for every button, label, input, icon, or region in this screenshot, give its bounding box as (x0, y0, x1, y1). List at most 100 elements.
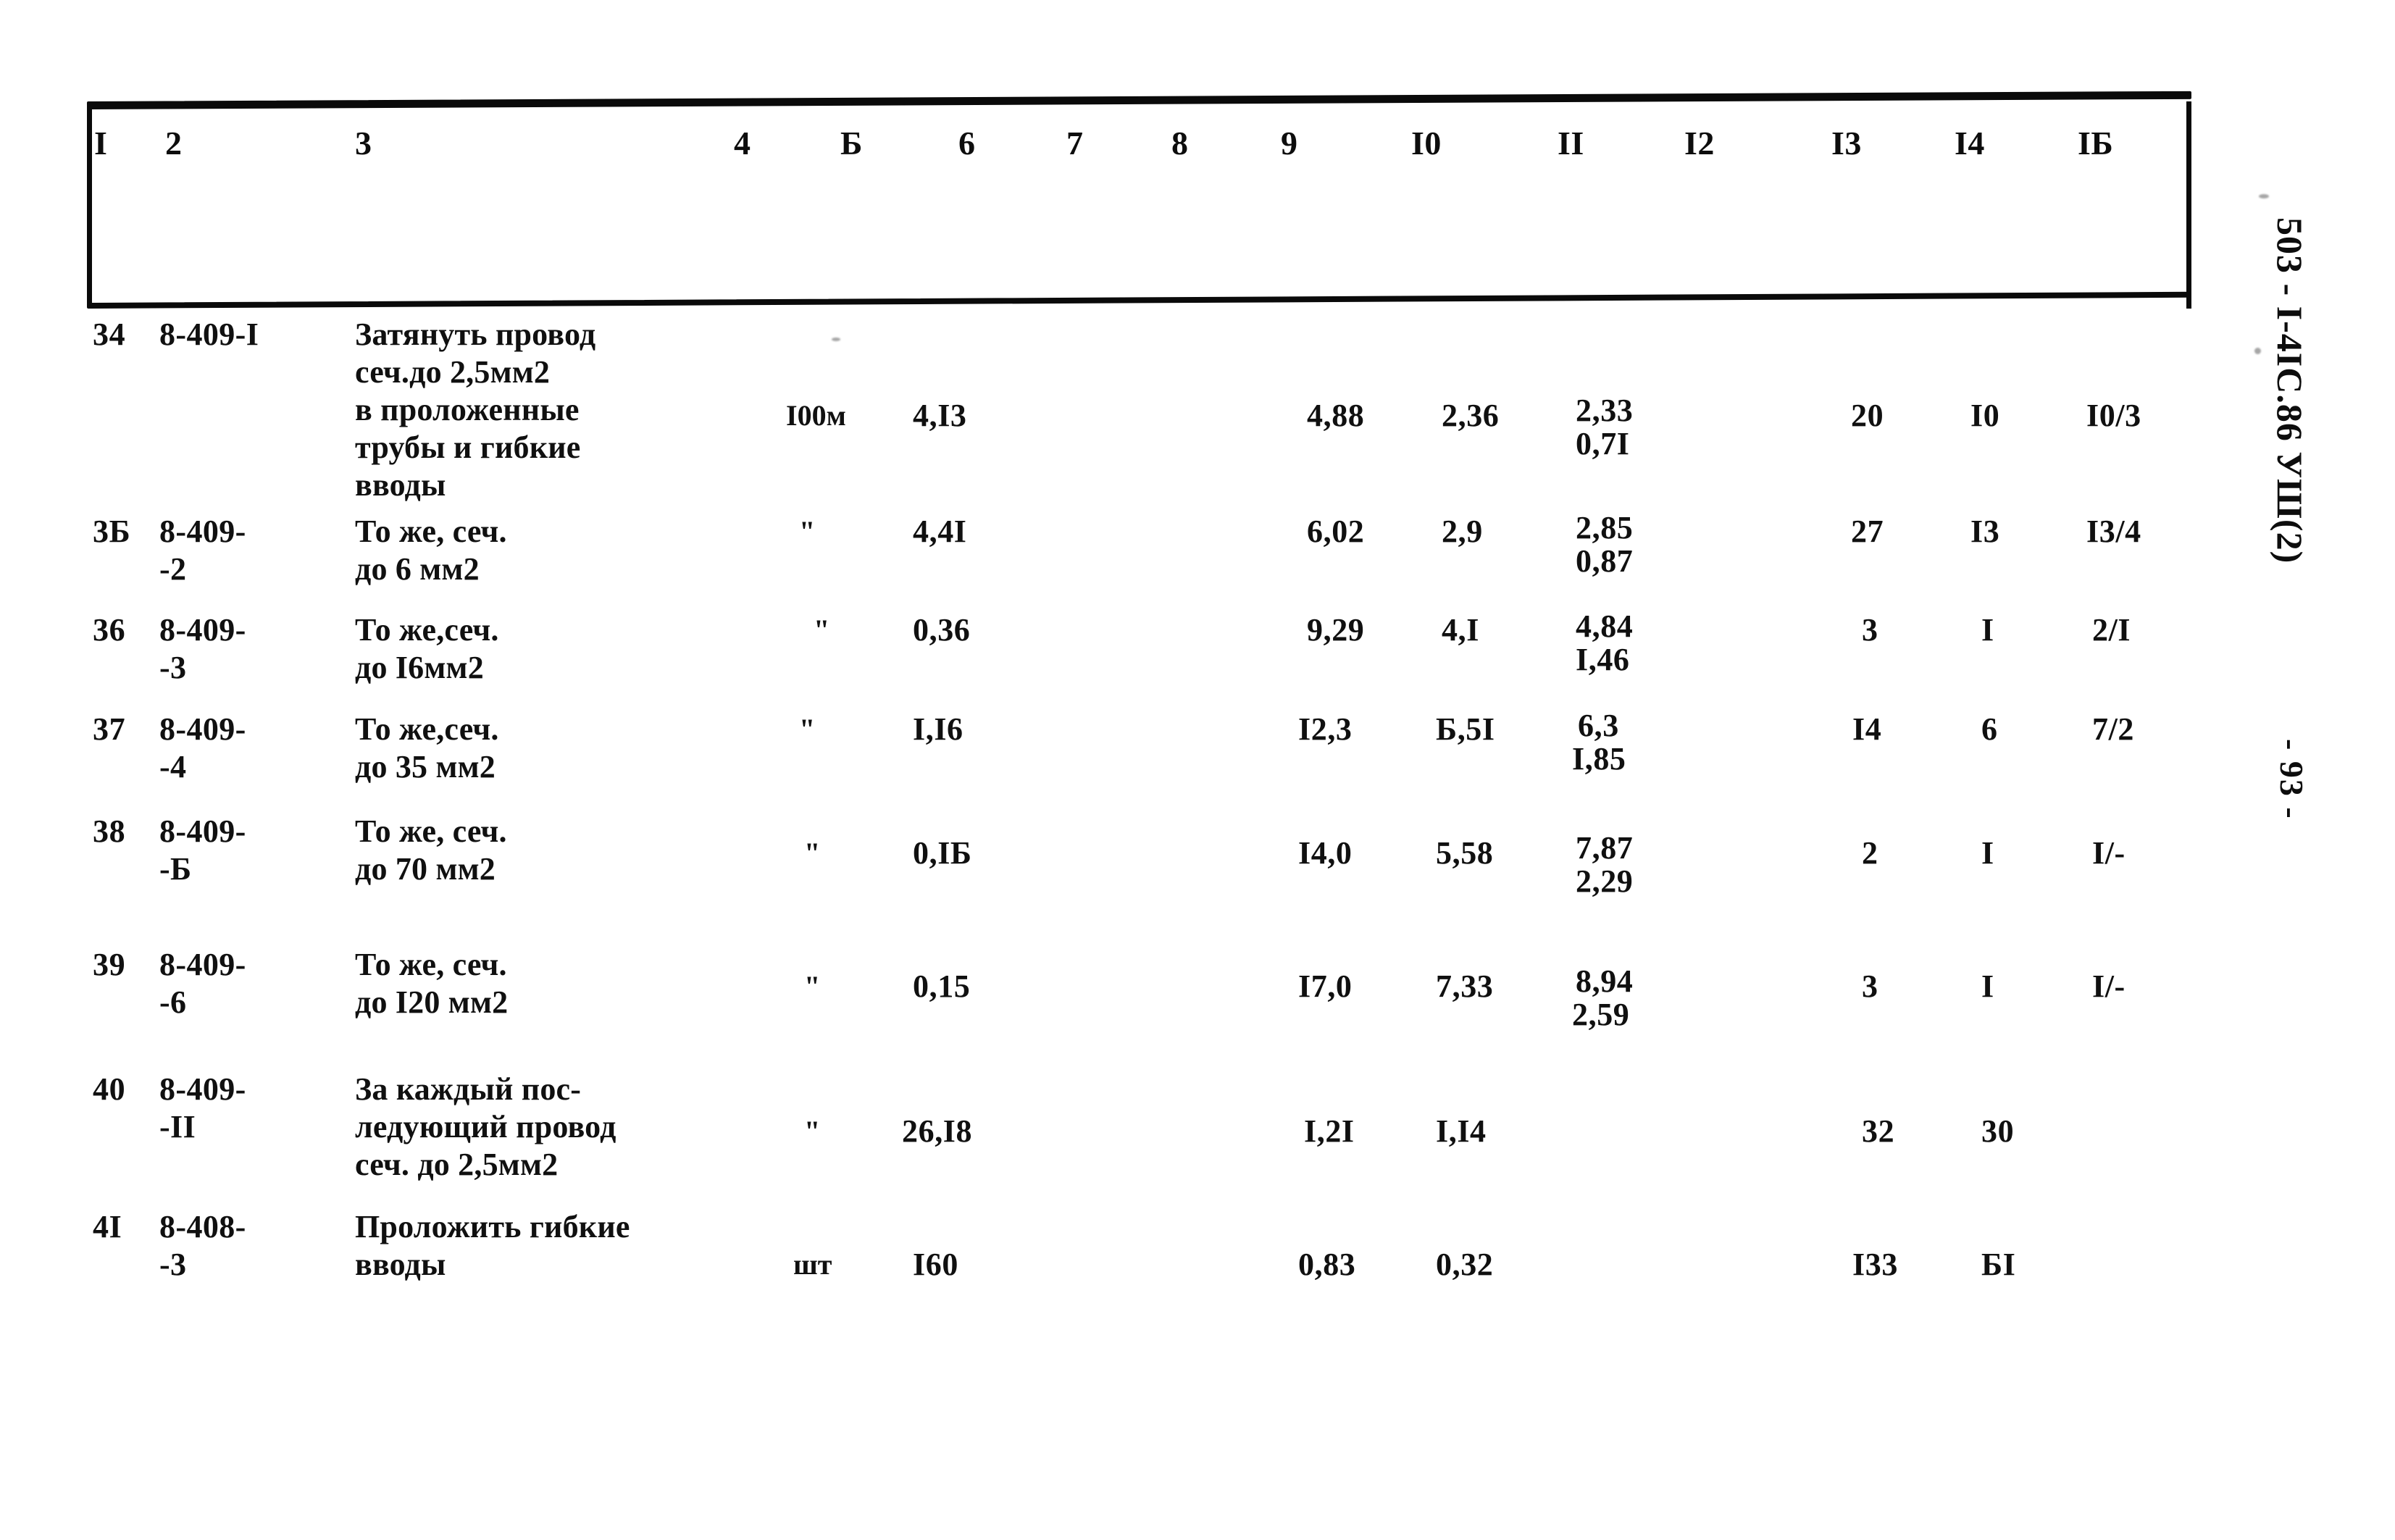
column-header-14: I4 (1955, 125, 1985, 162)
row-col13: 27 (1851, 514, 1884, 549)
row-col15: I0/3 (2086, 398, 2141, 433)
row-col13: 2 (1862, 835, 1878, 871)
row-col11-top: 6,3 (1578, 708, 1619, 743)
row-unit: " (799, 713, 816, 745)
row-col13: I4 (1852, 711, 1882, 747)
row-description: То же,сеч. до 35 мм2 (355, 711, 499, 784)
row-col10: I,I4 (1436, 1113, 1487, 1149)
row-unit: " (804, 1115, 821, 1147)
row-number: 40 (93, 1071, 126, 1107)
row-description: То же,сеч. до I6мм2 (355, 612, 499, 685)
scan-speckle (832, 338, 840, 341)
row-col10: 5,58 (1436, 835, 1494, 871)
row-col10: 0,32 (1436, 1247, 1494, 1282)
row-description: За каждый пос- ледующий провод сеч. до 2… (355, 1071, 616, 1182)
row-col9: I4,0 (1298, 835, 1353, 871)
row-col11-top: 2,85 (1576, 510, 1634, 545)
row-quantity: 26,I8 (902, 1113, 973, 1149)
row-col9: 0,83 (1298, 1247, 1356, 1282)
row-code: 8-409- -2 (159, 514, 246, 587)
row-col14: I (1981, 612, 1994, 648)
row-quantity: 4,I3 (913, 398, 967, 433)
row-number: 3Б (93, 514, 131, 549)
row-quantity: 0,15 (913, 968, 971, 1004)
row-code: 8-409- -Б (159, 813, 246, 887)
row-number: 37 (93, 711, 126, 747)
row-col15: 2/I (2092, 612, 2131, 648)
row-description: То же, сеч. до I20 мм2 (355, 947, 509, 1020)
column-header-15: IБ (2078, 125, 2114, 162)
row-col9: I,2I (1304, 1113, 1355, 1149)
row-code: 8-409- -6 (159, 947, 246, 1020)
row-col11-bottom: 2,29 (1576, 863, 1634, 899)
row-col11-bottom: 2,59 (1572, 997, 1630, 1032)
row-col15: I/- (2092, 968, 2126, 1004)
scanned-page: I 2 3 4 Б 6 7 8 9 I0 II I2 I3 I4 IБ 34 8… (0, 0, 2395, 1540)
row-col14: I (1981, 968, 1994, 1004)
row-col13: 3 (1862, 612, 1878, 648)
column-header-13: I3 (1831, 125, 1862, 162)
row-description: Затянуть провод сеч.до 2,5мм2 в проложен… (355, 317, 596, 503)
column-header-6: 6 (958, 125, 976, 162)
table-top-rule (86, 91, 2191, 109)
row-description: То же, сеч. до 70 мм2 (355, 813, 507, 887)
row-col14: 30 (1981, 1113, 2015, 1149)
row-unit: " (799, 515, 816, 548)
scan-speckle (2259, 194, 2269, 198)
column-header-1: I (94, 125, 108, 162)
row-unit: " (804, 970, 821, 1003)
row-col9: I2,3 (1298, 711, 1353, 747)
column-header-8: 8 (1171, 125, 1189, 162)
row-number: 38 (93, 813, 126, 849)
column-header-row: I 2 3 4 Б 6 7 8 9 I0 II I2 I3 I4 IБ (87, 123, 2191, 181)
row-quantity: I,I6 (913, 711, 964, 747)
row-unit: " (804, 837, 821, 869)
scan-speckle (2254, 348, 2261, 354)
row-col13: 32 (1862, 1113, 1895, 1149)
row-unit: I00м (786, 399, 846, 432)
row-col14: I0 (1970, 398, 2000, 433)
row-number: 34 (93, 317, 126, 352)
column-header-2: 2 (165, 125, 183, 162)
row-col14: 6 (1981, 711, 1998, 747)
row-col13: 20 (1851, 398, 1884, 433)
row-col9: 9,29 (1307, 612, 1365, 648)
row-col14: I3 (1970, 514, 2000, 549)
row-quantity: 0,36 (913, 612, 971, 648)
row-col11-bottom: I,85 (1572, 741, 1626, 777)
column-header-10: I0 (1411, 125, 1442, 162)
document-code-stamp: 503 - I-4IC.86 УШ(2) (2270, 217, 2310, 564)
row-col10: 4,I (1442, 612, 1479, 648)
row-col13: 3 (1862, 968, 1878, 1004)
row-col11-bottom: I,46 (1576, 642, 1630, 677)
column-header-4: 4 (734, 125, 751, 162)
row-code: 8-409- -4 (159, 711, 246, 784)
column-header-12: I2 (1684, 125, 1715, 162)
row-col15: 7/2 (2092, 711, 2135, 747)
row-col10: 7,33 (1436, 968, 1494, 1004)
row-unit: " (814, 614, 830, 646)
row-col11-top: 8,94 (1576, 963, 1634, 999)
column-header-5: Б (840, 125, 863, 162)
row-col15: I3/4 (2086, 514, 2141, 549)
row-quantity: I60 (913, 1247, 958, 1282)
column-header-7: 7 (1066, 125, 1084, 162)
row-col9: I7,0 (1298, 968, 1353, 1004)
row-number: 4I (93, 1209, 122, 1244)
row-col10: Б,5I (1436, 711, 1495, 747)
row-quantity: 4,4I (913, 514, 967, 549)
row-quantity: 0,IБ (913, 835, 972, 871)
table-header-rule (86, 291, 2191, 309)
estimate-table: I 2 3 4 Б 6 7 8 9 I0 II I2 I3 I4 IБ 34 8… (86, 91, 2210, 1376)
row-code: 8-409-I (159, 317, 259, 352)
row-code: 8-408- -3 (159, 1209, 246, 1282)
row-col11-top: 4,84 (1576, 608, 1634, 644)
row-col11-bottom: 0,7I (1576, 426, 1630, 461)
row-col11-top: 2,33 (1576, 393, 1634, 428)
row-col10: 2,36 (1442, 398, 1500, 433)
row-unit: шт (793, 1248, 832, 1281)
row-col10: 2,9 (1442, 514, 1483, 549)
row-col13: I33 (1852, 1247, 1898, 1282)
row-col11-bottom: 0,87 (1576, 543, 1634, 579)
row-number: 39 (93, 947, 126, 982)
